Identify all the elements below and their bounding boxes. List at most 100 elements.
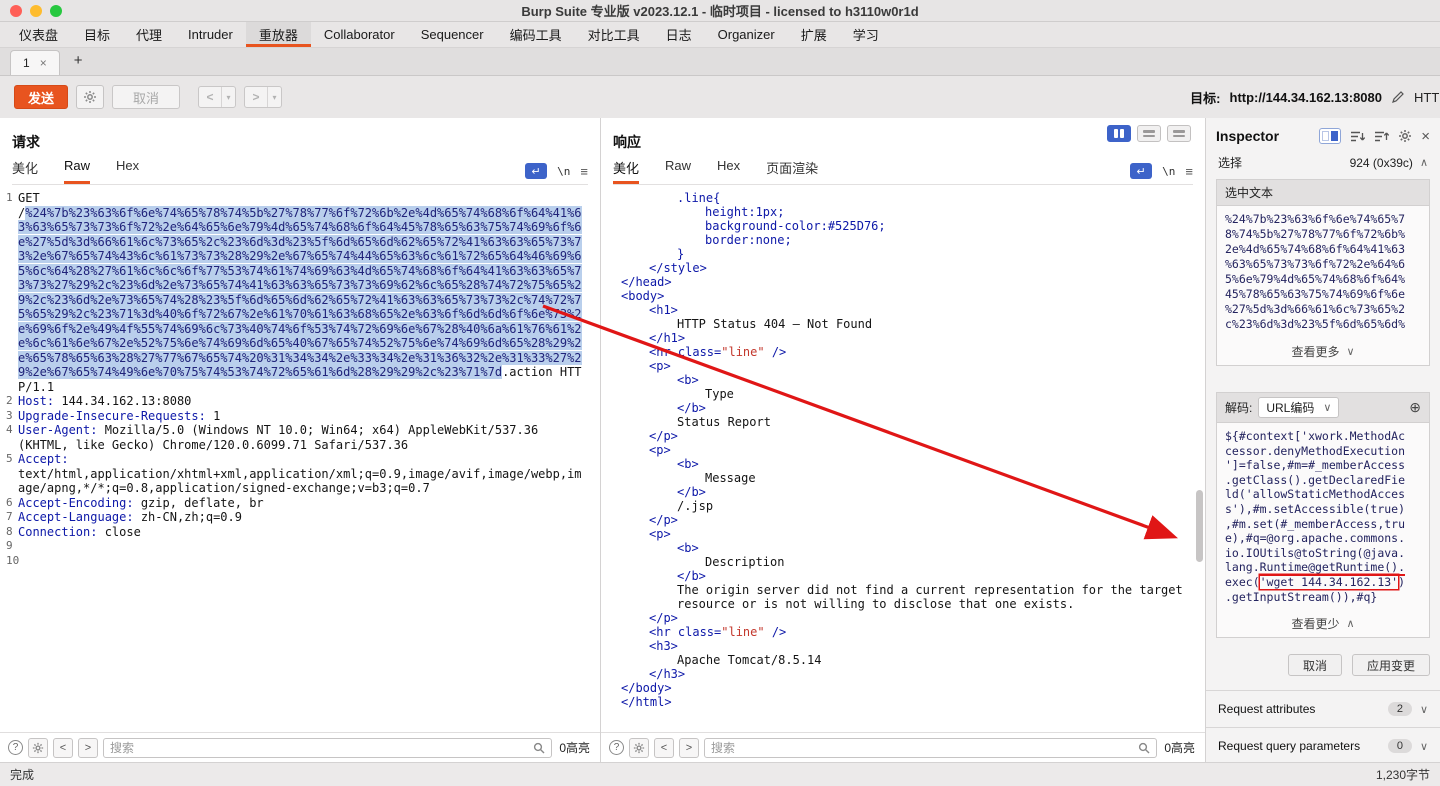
- decoded-text-line: cessor.denyMethodExecution: [1225, 443, 1406, 458]
- minimize-window-button[interactable]: [30, 5, 42, 17]
- back-dropdown-icon[interactable]: ▾: [221, 87, 235, 107]
- view-more-button[interactable]: 查看更多 ∨: [1217, 338, 1429, 365]
- inspector-dock-toggle-icon[interactable]: [1319, 128, 1342, 144]
- nav-tab-学习[interactable]: 学习: [840, 22, 892, 47]
- close-window-button[interactable]: [10, 5, 22, 17]
- request-search-input[interactable]: [110, 740, 528, 755]
- inspector-section-request-query-parameters[interactable]: Request query parameters 0 ∨: [1206, 728, 1440, 762]
- search-settings-gear-icon[interactable]: [629, 737, 649, 758]
- response-line: </p>: [649, 513, 678, 527]
- nav-tab-Intruder[interactable]: Intruder: [175, 22, 246, 47]
- selection-section-header[interactable]: 选择 924 (0x39c) ∧: [1206, 150, 1440, 177]
- send-button[interactable]: 发送: [14, 85, 69, 109]
- collapse-all-icon[interactable]: [1350, 130, 1366, 143]
- line-number: 8: [6, 524, 13, 538]
- nav-tab-Sequencer[interactable]: Sequencer: [408, 22, 497, 47]
- response-search-input[interactable]: [711, 740, 1133, 755]
- main-nav: 仪表盘 目标 代理 Intruder 重放器 Collaborator Sequencer 编…: [0, 22, 1440, 48]
- back-button[interactable]: < ▾: [198, 86, 237, 108]
- view-tab-Raw[interactable]: Raw: [64, 158, 91, 184]
- layout-rows-button[interactable]: [1137, 125, 1161, 142]
- target-label: 目标:: [1190, 90, 1221, 106]
- search-settings-gear-icon[interactable]: [28, 737, 48, 758]
- nav-tab-目标[interactable]: 目标: [71, 22, 123, 47]
- editor-menu-icon[interactable]: ≡: [1185, 164, 1193, 179]
- request-line: 5 Accept:: [6, 452, 69, 466]
- search-next-button[interactable]: >: [78, 737, 98, 758]
- response-line: height:1px;: [705, 205, 785, 219]
- nav-tab-扩展[interactable]: 扩展: [788, 22, 840, 47]
- nav-tab-对比工具[interactable]: 对比工具: [575, 22, 653, 47]
- response-line: border:none;: [705, 233, 792, 247]
- close-tab-icon[interactable]: ×: [40, 56, 47, 70]
- line-number: [4, 467, 18, 496]
- response-line: <h1>: [649, 303, 678, 317]
- add-decoder-icon[interactable]: ⊕: [1409, 399, 1421, 416]
- view-tab-Raw[interactable]: Raw: [665, 158, 691, 184]
- view-tab-页面渲染[interactable]: 页面渲染: [766, 158, 818, 184]
- response-editor[interactable]: .line{height:1px; background-color:#525D7…: [601, 185, 1205, 732]
- nav-tab-日志[interactable]: 日志: [653, 22, 705, 47]
- view-tab-美化[interactable]: 美化: [12, 158, 38, 184]
- view-tab-Hex[interactable]: Hex: [717, 158, 740, 184]
- nav-tab-编码工具[interactable]: 编码工具: [497, 22, 575, 47]
- editor-menu-icon[interactable]: ≡: [580, 164, 588, 179]
- line-number: [4, 206, 18, 395]
- search-prev-button[interactable]: <: [53, 737, 73, 758]
- request-editor[interactable]: 1 GET/%24%7b%23%63%6f%6e%74%65%78%74%5b%2…: [0, 185, 600, 732]
- zoom-window-button[interactable]: [50, 5, 62, 17]
- response-scrollbar-thumb[interactable]: [1196, 490, 1203, 562]
- apply-changes-button[interactable]: 应用变更: [1351, 654, 1430, 677]
- protocol-toggle-clipped[interactable]: HTT: [1414, 90, 1440, 105]
- inspector-section-request-attributes[interactable]: Request attributes 2 ∨: [1206, 691, 1440, 729]
- send-settings-gear-button[interactable]: [76, 85, 105, 109]
- nav-tab-Collaborator[interactable]: Collaborator: [311, 22, 408, 47]
- view-tab-Hex[interactable]: Hex: [116, 158, 139, 184]
- layout-combined-button[interactable]: [1167, 125, 1191, 142]
- search-help-icon[interactable]: ?: [8, 740, 23, 755]
- soft-wrap-icon[interactable]: ↵: [1130, 163, 1153, 179]
- forward-dropdown-icon[interactable]: ▾: [267, 87, 281, 107]
- inspector-cancel-button[interactable]: 取消: [1287, 654, 1342, 677]
- encoding-dropdown[interactable]: URL编码 ∨: [1258, 397, 1340, 418]
- search-next-button[interactable]: >: [679, 737, 699, 758]
- request-highlight-count: 0高亮: [559, 741, 590, 755]
- window-title: Burp Suite 专业版 v2023.12.1 - 临时项目 - licen…: [521, 4, 919, 19]
- soft-wrap-icon[interactable]: ↵: [525, 163, 548, 179]
- response-line: Apache Tomcat/8.5.14: [677, 653, 822, 667]
- decoded-text-content[interactable]: ${#context['xwork.MethodAc cessor.denyMet…: [1217, 423, 1429, 610]
- nav-tab-重放器[interactable]: 重放器: [245, 22, 311, 47]
- search-help-icon[interactable]: ?: [609, 740, 624, 755]
- response-line: <b>: [677, 457, 699, 471]
- nav-tab-Organizer[interactable]: Organizer: [705, 22, 788, 47]
- layout-columns-button[interactable]: [1107, 125, 1131, 142]
- show-newlines-icon[interactable]: \n: [557, 165, 570, 178]
- inspector-settings-gear-icon[interactable]: [1398, 129, 1412, 143]
- chevron-down-icon: ∨: [1419, 703, 1428, 716]
- expand-all-icon[interactable]: [1374, 130, 1390, 143]
- show-newlines-icon[interactable]: \n: [1162, 165, 1175, 178]
- view-less-button[interactable]: 查看更少 ∧: [1217, 610, 1429, 637]
- response-line: Description: [705, 555, 785, 569]
- response-line: <b>: [677, 373, 699, 387]
- inspector-sections: Request attributes 2 ∨ Request query parame…: [1206, 690, 1440, 762]
- repeater-tab-1[interactable]: 1 ×: [10, 50, 60, 75]
- line-number: 9: [6, 539, 13, 552]
- selected-text-content[interactable]: %24%7b%23%63%6f%6e%74%65%7 8%74%5b%27%78%…: [1217, 206, 1429, 338]
- line-number: 3: [6, 408, 13, 422]
- inspector-close-icon[interactable]: ×: [1421, 129, 1430, 144]
- request-panel: 请求 美化 Raw Hex ↵ \n ≡ 1 GET/%24%7b%23%63%6f%…: [0, 118, 601, 762]
- new-tab-button[interactable]: +: [64, 52, 93, 75]
- response-line: <body>: [621, 289, 665, 303]
- search-prev-button[interactable]: <: [654, 737, 674, 758]
- nav-tab-仪表盘[interactable]: 仪表盘: [6, 22, 71, 47]
- forward-button[interactable]: > ▾: [244, 86, 283, 108]
- cancel-request-button[interactable]: 取消: [112, 85, 181, 109]
- back-arrow-icon: <: [206, 90, 214, 104]
- edit-target-pencil-icon[interactable]: [1391, 90, 1405, 104]
- chevron-up-icon: ∧: [1419, 157, 1428, 169]
- decoded-text-line: io.IOUtils@toString(@java.: [1225, 545, 1406, 560]
- decoded-text-line: .getClass().getDeclaredFie: [1225, 472, 1406, 487]
- view-tab-美化[interactable]: 美化: [613, 158, 640, 184]
- nav-tab-代理[interactable]: 代理: [123, 22, 175, 47]
